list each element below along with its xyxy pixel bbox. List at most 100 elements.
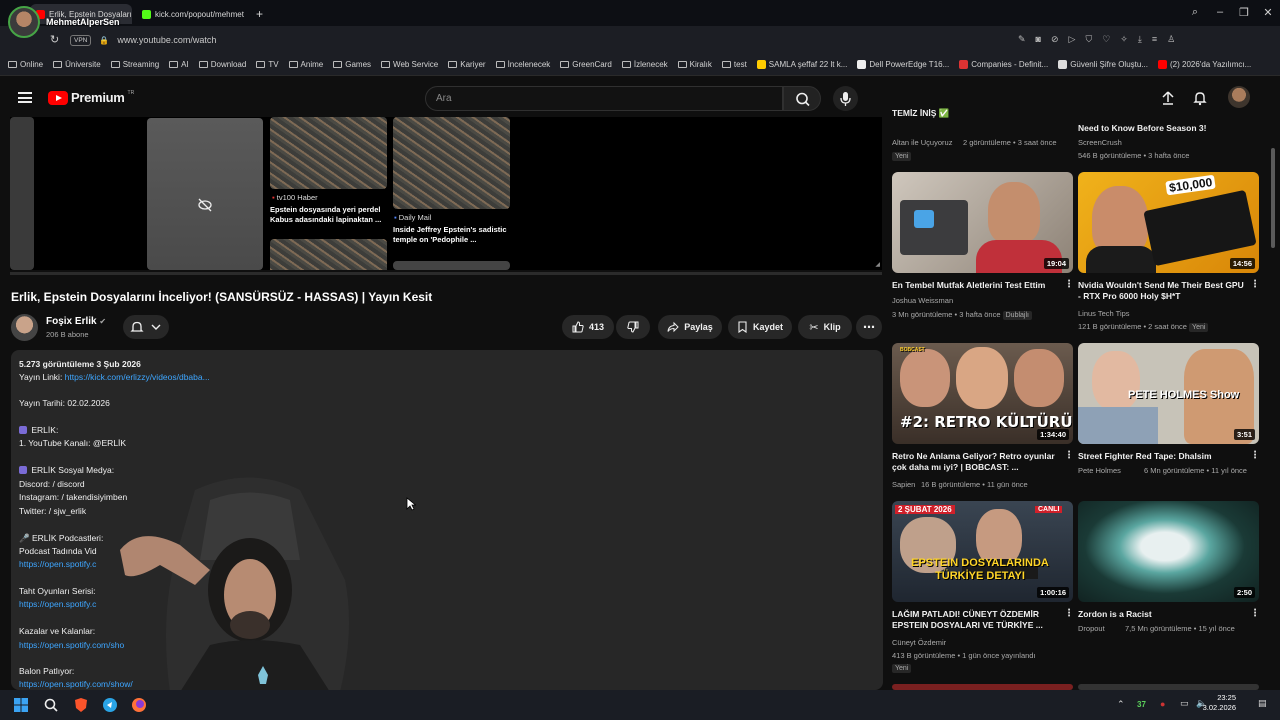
more-options-icon[interactable]: ⋮ (1064, 279, 1074, 290)
bookmark-item[interactable]: Online (8, 60, 43, 69)
camera-icon[interactable]: ◙ (1036, 34, 1041, 45)
sidebar-video-channel[interactable]: Cüneyt Özdemir (892, 638, 946, 647)
endcard-thumbnail[interactable] (393, 261, 510, 270)
maximize-icon[interactable]: ❐ (1236, 6, 1252, 19)
minimize-icon[interactable]: – (1212, 6, 1228, 18)
sidebar-video-channel[interactable]: Pete Holmes (1078, 466, 1121, 475)
firefox-icon[interactable] (131, 697, 147, 713)
bookmark-item[interactable]: Download (198, 60, 246, 69)
more-options-icon[interactable]: ⋮ (1250, 608, 1260, 619)
more-actions-button[interactable]: ⋯ (856, 315, 882, 339)
scrollbar-thumb[interactable] (1271, 148, 1275, 248)
bookmark-item[interactable]: GreenCard (560, 60, 612, 69)
endcard-partial[interactable] (10, 117, 34, 270)
sidebar-video-channel[interactable]: Sapien (892, 480, 915, 489)
brave-browser-icon[interactable] (73, 697, 89, 713)
notifications-bell-icon[interactable] (1192, 90, 1208, 106)
tab-kick[interactable]: kick.com/popout/mehmet (136, 4, 246, 24)
endcard-title[interactable]: Epstein dosyasında yeri perdel Kabus ada… (270, 205, 387, 225)
heart-icon[interactable]: ♡ (1102, 34, 1110, 45)
bookmark-item[interactable]: SAMLA şeffaf 22 lt k... (756, 60, 847, 69)
dislike-button[interactable] (616, 315, 650, 339)
bookmark-item[interactable]: Anime (288, 60, 323, 69)
search-tabs-icon[interactable]: ⌕ (1187, 6, 1203, 19)
sidebar-video-title[interactable]: Zordon is a Racist (1078, 609, 1246, 620)
subscribed-button[interactable] (123, 315, 169, 339)
clip-button[interactable]: ✂ Klip (798, 315, 852, 339)
sidebar-video-title[interactable]: Nvidia Wouldn't Send Me Their Best GPU -… (1078, 280, 1246, 302)
sidebar-video-channel[interactable]: Altan ile Uçuyoruz (892, 138, 952, 147)
channel-name[interactable]: Foşix Erlik ✔ (46, 316, 106, 327)
bookmark-item[interactable]: Games (333, 60, 371, 69)
bookmark-item[interactable]: Güvenli Şifre Oluştu... (1058, 60, 1148, 69)
play-icon[interactable]: ▷ (1069, 34, 1076, 45)
description-line[interactable]: Twitter: / sjw_erlik (19, 506, 86, 516)
sidebar-thumbnail[interactable]: 2 ŞUBAT 2026 CANLI EPSTEIN DOSYALARINDA … (892, 501, 1073, 602)
upload-icon[interactable] (1160, 90, 1176, 106)
video-player[interactable]: ▪ tv100 Haber Epstein dosyasında yeri pe… (10, 117, 882, 270)
endcard-thumbnail[interactable] (270, 117, 387, 189)
more-options-icon[interactable]: ⋮ (1250, 450, 1260, 461)
tray-expand-icon[interactable]: ⌃ (1117, 699, 1125, 710)
notifications-icon[interactable]: ▤ (1258, 698, 1267, 709)
network-icon[interactable]: ▭ (1180, 698, 1189, 709)
download-icon[interactable]: ⤓ (1138, 34, 1142, 45)
sidebar-video-channel[interactable]: Joshua Weissman (892, 296, 953, 305)
like-button[interactable]: 413 (562, 315, 614, 339)
new-tab-button[interactable]: + (250, 4, 266, 24)
sidebar-thumbnail[interactable]: BOBCAST #2: RETRO KÜLTÜRÜ 1:34:40 (892, 343, 1073, 444)
channel-avatar[interactable] (11, 314, 38, 341)
sidebar-thumbnail[interactable]: 2:50 (1078, 501, 1259, 602)
edit-icon[interactable]: ✎ (1018, 34, 1026, 45)
more-options-icon[interactable]: ⋮ (1064, 608, 1074, 619)
address-bar[interactable]: VPN 🔒 www.youtube.com/watch (70, 30, 1010, 50)
sidebar-video-channel[interactable]: Linus Tech Tips (1078, 309, 1130, 318)
endcard-title[interactable]: Inside Jeffrey Epstein's sadistic temple… (393, 225, 510, 245)
bookmark-item[interactable]: İncelenecek (495, 60, 550, 69)
yayin-link[interactable]: https://kick.com/erlizzy/videos/dbaba... (65, 372, 210, 382)
page-scrollbar[interactable] (1270, 118, 1276, 688)
profile-icon[interactable]: ♙ (1167, 34, 1175, 45)
sidebar-video-title[interactable]: TEMİZ İNİŞ ✅ (892, 108, 1060, 119)
bookmark-item[interactable]: test (721, 60, 747, 69)
bookmark-item[interactable]: Web Service (381, 60, 438, 69)
account-avatar[interactable] (1228, 86, 1250, 108)
bookmark-item[interactable]: Üniversite (53, 60, 101, 69)
bookmark-item[interactable]: Kiralık (677, 60, 712, 69)
description-line[interactable]: Discord: / discord (19, 479, 85, 489)
taht-link[interactable]: https://open.spotify.c (19, 599, 96, 609)
taskbar-search-icon[interactable] (43, 697, 59, 713)
youtube-logo[interactable]: Premium TR (48, 90, 134, 105)
player-progress-track[interactable] (10, 272, 882, 275)
bookmark-item[interactable]: (2) 2026'da Yazılımcı... (1158, 60, 1251, 69)
extension-icon[interactable]: ✧ (1120, 34, 1128, 45)
save-button[interactable]: Kaydet (728, 315, 792, 339)
sidebar-thumbnail[interactable]: 19:04 (892, 172, 1073, 273)
search-button[interactable] (783, 86, 821, 111)
sidebar-video-title[interactable]: En Tembel Mutfak Aletlerini Test Ettim (892, 280, 1060, 291)
list-icon[interactable]: ≡ (1152, 34, 1157, 45)
voice-search-button[interactable] (833, 86, 858, 111)
bookmark-item[interactable]: Dell PowerEdge T16... (857, 60, 949, 69)
description-line[interactable]: 1. YouTube Kanalı: @ERLİK (19, 438, 126, 448)
block-icon[interactable]: ⊘ (1051, 34, 1059, 45)
bookmark-item[interactable]: Companies - Definit... (959, 60, 1048, 69)
tray-app-icon[interactable]: ● (1160, 699, 1165, 709)
bookmark-item[interactable]: İzlenecek (621, 60, 668, 69)
endcard-thumbnail[interactable] (270, 239, 387, 270)
more-options-icon[interactable]: ⋮ (1064, 450, 1074, 461)
bookmark-item[interactable]: TV (256, 60, 279, 69)
sidebar-video-title[interactable]: Need to Know Before Season 3! (1078, 123, 1246, 134)
sidebar-video-title[interactable]: Street Fighter Red Tape: Dhalsim (1078, 451, 1246, 462)
more-options-icon[interactable]: ⋮ (1250, 279, 1260, 290)
search-input[interactable]: Ara (425, 86, 783, 111)
endcard-thumbnail[interactable] (393, 117, 510, 209)
pinned-app-icon[interactable] (102, 697, 118, 713)
endcard-hidden[interactable] (147, 118, 263, 270)
share-button[interactable]: Paylaş (658, 315, 722, 339)
sidebar-video-channel[interactable]: Dropout (1078, 624, 1105, 633)
bookmark-item[interactable]: Kariyer (448, 60, 486, 69)
windows-start-icon[interactable] (13, 697, 29, 713)
bookmark-item[interactable]: Streaming (110, 60, 159, 69)
sidebar-video-title[interactable]: LAĞIM PATLADI! CÜNEYT ÖZDEMİR EPSTEIN DO… (892, 609, 1060, 631)
